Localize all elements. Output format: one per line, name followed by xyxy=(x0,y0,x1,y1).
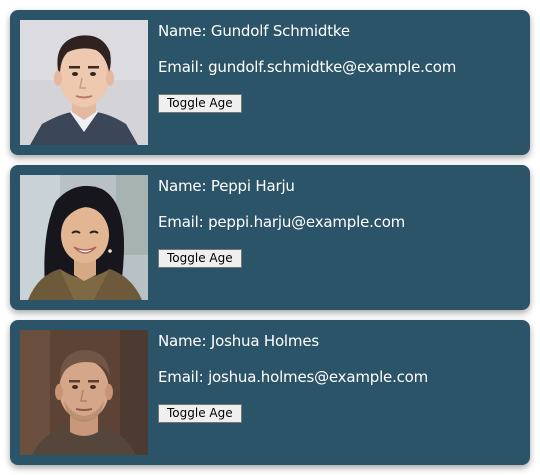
user-info: Name: Joshua Holmes Email: joshua.holmes… xyxy=(158,331,522,423)
user-email-line: Email: peppi.harju@example.com xyxy=(158,212,522,232)
user-name-line: Name: Peppi Harju xyxy=(158,176,522,196)
user-email: gundolf.schmidtke@example.com xyxy=(208,58,457,76)
user-info: Name: Gundolf Schmidtke Email: gundolf.s… xyxy=(158,21,522,113)
user-email: joshua.holmes@example.com xyxy=(208,368,429,386)
user-card: Name: Gundolf Schmidtke Email: gundolf.s… xyxy=(10,10,530,155)
user-name-line: Name: Gundolf Schmidtke xyxy=(158,21,522,41)
user-card: Name: Joshua Holmes Email: joshua.holmes… xyxy=(10,320,530,465)
email-prefix: Email: xyxy=(158,58,204,76)
email-prefix: Email: xyxy=(158,368,204,386)
user-name: Peppi Harju xyxy=(210,177,295,195)
toggle-age-button[interactable]: Toggle Age xyxy=(158,249,242,268)
user-email-line: Email: gundolf.schmidtke@example.com xyxy=(158,57,522,77)
name-prefix: Name: xyxy=(158,22,207,40)
user-info: Name: Peppi Harju Email: peppi.harju@exa… xyxy=(158,176,522,268)
user-avatar xyxy=(20,175,148,300)
toggle-age-button[interactable]: Toggle Age xyxy=(158,404,242,423)
portrait-photo-icon xyxy=(20,330,148,455)
toggle-age-button[interactable]: Toggle Age xyxy=(158,94,242,113)
portrait-photo-icon xyxy=(20,20,148,145)
name-prefix: Name: xyxy=(158,332,207,350)
name-prefix: Name: xyxy=(158,177,207,195)
portrait-photo-icon xyxy=(20,175,148,300)
user-name: Gundolf Schmidtke xyxy=(210,22,350,40)
user-avatar xyxy=(20,20,148,145)
user-card-list: Name: Gundolf Schmidtke Email: gundolf.s… xyxy=(0,0,540,475)
user-avatar xyxy=(20,330,148,455)
user-email-line: Email: joshua.holmes@example.com xyxy=(158,367,522,387)
user-name-line: Name: Joshua Holmes xyxy=(158,331,522,351)
user-name: Joshua Holmes xyxy=(210,332,319,350)
user-email: peppi.harju@example.com xyxy=(208,213,406,231)
email-prefix: Email: xyxy=(158,213,204,231)
user-card: Name: Peppi Harju Email: peppi.harju@exa… xyxy=(10,165,530,310)
